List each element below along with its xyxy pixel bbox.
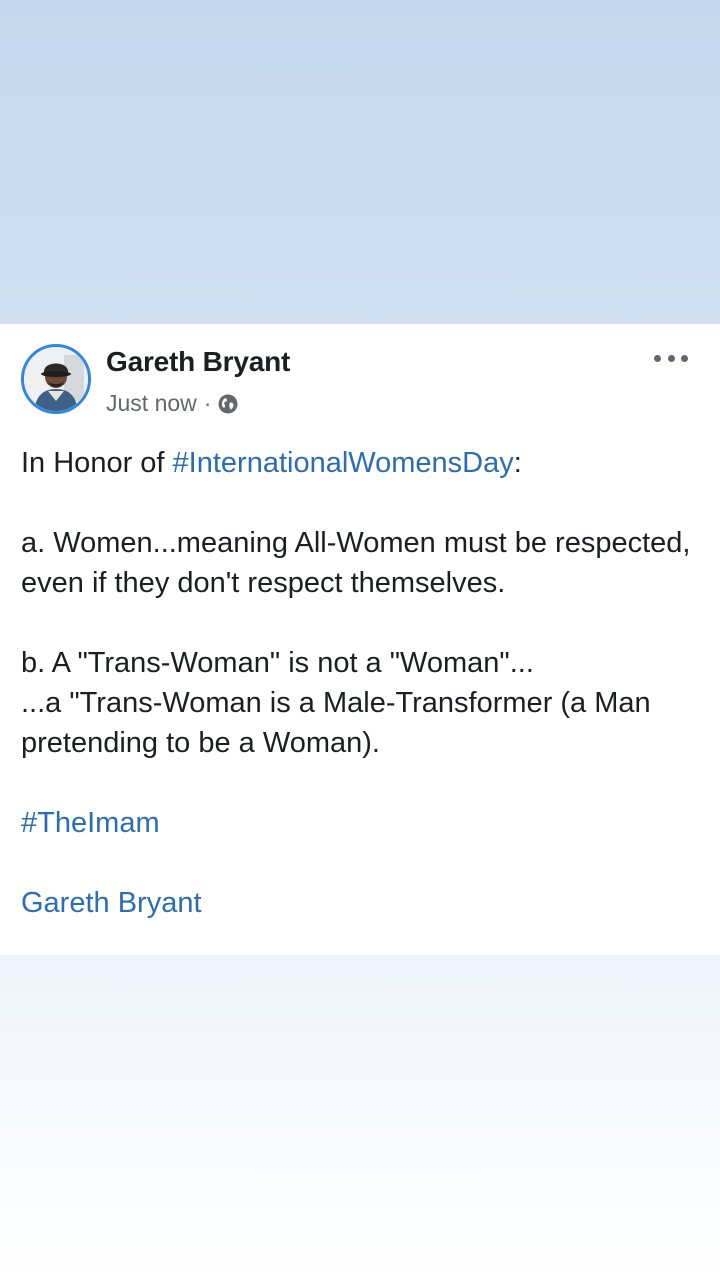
post-point-a: a. Women...meaning All-Women must be res… [21,527,691,599]
hashtag-international-womens-day[interactable]: #InternationalWomensDay [173,447,514,479]
more-dot [654,354,661,362]
more-options-icon[interactable] [654,348,688,368]
intro-prefix: In Honor of [21,447,173,479]
hashtag-theimam[interactable]: #TheImam [21,807,160,839]
more-dot [667,354,675,362]
post-point-b-line2: ...a "Trans-Woman is a Male-Transformer … [21,687,651,759]
intro-suffix: : [513,447,522,479]
avatar-photo [24,347,88,411]
author-tag-link[interactable]: Gareth Bryant [21,887,202,919]
post-point-b-line1: b. A "Trans-Woman" is not a "Woman"... [21,647,534,679]
post-intro: In Honor of #InternationalWomensDay: [21,443,711,483]
meta-separator: · [203,390,212,416]
more-dot [681,354,688,362]
background-bottom [0,955,720,1280]
background-top [0,0,720,324]
timestamp[interactable]: Just now [106,390,197,417]
author-name[interactable]: Gareth Bryant [106,346,290,378]
avatar[interactable] [21,344,91,414]
post-card: Gareth Bryant Just now · In Honor of #In… [0,324,720,955]
post-meta: Just now · [106,390,239,417]
globe-icon[interactable] [217,393,239,415]
post-body: In Honor of #InternationalWomensDay: a. … [21,443,711,923]
